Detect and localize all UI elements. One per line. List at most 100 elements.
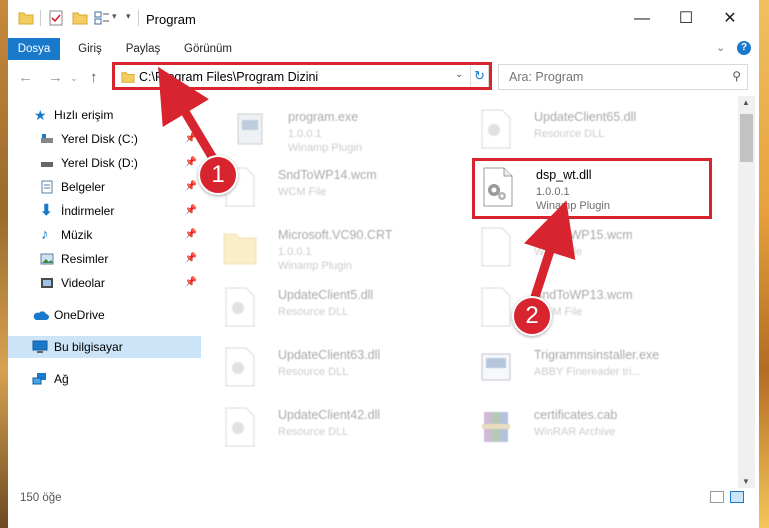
- sidebar-item-label: Hızlı erişim: [54, 108, 114, 122]
- pictures-icon: [40, 253, 54, 265]
- pin-icon: 📌: [184, 157, 197, 168]
- file-item[interactable]: UpdateClient65.dll Resource DLL: [472, 102, 712, 156]
- file-type: WinRAR Archive: [534, 426, 616, 438]
- documents-icon: [41, 180, 53, 194]
- step-marker-1: 1: [198, 155, 238, 195]
- file-type: Winamp Plugin: [288, 142, 362, 154]
- file-name: UpdateClient63.dll: [278, 348, 381, 362]
- tiles-view-icon[interactable]: [730, 491, 744, 503]
- desktop-wallpaper-left: [0, 0, 8, 528]
- dll-gear-icon: [481, 109, 511, 149]
- file-icon: [481, 227, 511, 267]
- file-type: WCM File: [278, 186, 327, 198]
- address-highlight-box: [112, 62, 492, 90]
- qat-menu-icon[interactable]: ▾: [126, 11, 131, 22]
- dropdown-icon[interactable]: ▾: [112, 11, 117, 22]
- drive-icon: [41, 162, 53, 167]
- sidebar-item-disk-d[interactable]: Yerel Disk (D:) 📌: [8, 152, 201, 174]
- file-name: SndToWP14.wcm: [278, 168, 377, 182]
- file-item[interactable]: program.exe 1.0.0.1 Winamp Plugin: [226, 102, 466, 156]
- file-item[interactable]: Microsoft.VC90.CRT 1.0.0.1 Winamp Plugin: [216, 220, 456, 274]
- file-version: 1.0.0.1: [278, 246, 312, 258]
- file-name: Trigrammsinstaller.exe: [534, 348, 660, 362]
- window-title: Program: [146, 12, 196, 27]
- new-folder-icon[interactable]: [72, 10, 88, 26]
- forward-icon[interactable]: →: [48, 69, 63, 86]
- recent-locations-icon[interactable]: ⌄: [70, 73, 78, 84]
- search-input[interactable]: [509, 70, 719, 84]
- file-item[interactable]: SndToWP13.wcm WCM File: [472, 280, 712, 334]
- scroll-up-icon[interactable]: ▲: [742, 98, 750, 107]
- title-bar: ▾ ▾ Program — ☐ ✕: [8, 0, 759, 38]
- file-type: Resource DLL: [278, 306, 349, 318]
- help-icon[interactable]: ?: [737, 41, 751, 55]
- tab-home[interactable]: Giriş: [68, 38, 112, 60]
- music-icon: ♪: [41, 226, 49, 243]
- navigation-pane: ★ Hızlı erişim Yerel Disk (C:) 📌 Yerel D…: [8, 96, 201, 488]
- installer-icon: [481, 353, 511, 381]
- scrollbar-thumb[interactable]: [740, 114, 753, 162]
- scroll-down-icon[interactable]: ▼: [742, 477, 750, 486]
- file-name: UpdateClient5.dll: [278, 288, 374, 302]
- pin-icon: 📌: [184, 277, 197, 288]
- file-type: Winamp Plugin: [278, 260, 352, 272]
- drive-icon: [41, 134, 53, 143]
- folder-icon: [18, 12, 34, 25]
- details-view-icon[interactable]: [710, 491, 724, 503]
- sidebar-item-quick-access[interactable]: ★ Hızlı erişim: [8, 104, 201, 126]
- file-type: Resource DLL: [278, 426, 349, 438]
- sidebar-item-disk-c[interactable]: Yerel Disk (C:) 📌: [8, 128, 201, 150]
- file-name: UpdateClient65.dll: [534, 110, 637, 124]
- search-box[interactable]: ⚲: [498, 64, 748, 90]
- sidebar-item-label: Ağ: [54, 372, 69, 386]
- file-name: Microsoft.VC90.CRT: [278, 228, 393, 242]
- sidebar-item-documents[interactable]: Belgeler 📌: [8, 176, 201, 198]
- pin-icon: 📌: [184, 181, 197, 192]
- close-button[interactable]: ✕: [708, 4, 752, 34]
- sidebar-item-network[interactable]: Ağ: [8, 368, 201, 390]
- file-name: SndToWP15.wcm: [534, 228, 633, 242]
- file-item[interactable]: SndToWP14.wcm WCM File: [216, 160, 456, 214]
- search-icon[interactable]: ⚲: [732, 69, 741, 83]
- file-item[interactable]: certificates.cab WinRAR Archive: [472, 400, 712, 454]
- status-bar: 150 öğe: [8, 488, 759, 508]
- folder-icon: [223, 233, 257, 265]
- up-icon[interactable]: ↑: [90, 69, 98, 86]
- file-highlight-box: [472, 158, 712, 219]
- videos-icon: [41, 278, 53, 288]
- sidebar-item-label: Resimler: [61, 252, 109, 266]
- properties-icon[interactable]: [48, 10, 64, 26]
- minimize-button[interactable]: —: [620, 4, 664, 34]
- file-item[interactable]: UpdateClient5.dll Resource DLL: [216, 280, 456, 334]
- navigation-bar: ← → ⌄ ↑ C:\Program Files\Program Dizini …: [8, 62, 759, 94]
- sidebar-item-pictures[interactable]: Resimler 📌: [8, 248, 201, 270]
- sidebar-item-label: Müzik: [61, 228, 93, 242]
- sidebar-item-label: Videolar: [61, 276, 105, 290]
- sidebar-item-onedrive[interactable]: OneDrive: [8, 304, 201, 326]
- archive-icon: [482, 412, 510, 442]
- tab-file[interactable]: Dosya: [8, 38, 60, 60]
- cloud-icon: [33, 311, 49, 320]
- download-icon: ⬇: [40, 202, 53, 219]
- sidebar-item-label: İndirmeler: [61, 204, 115, 218]
- dll-gear-icon: [225, 287, 255, 327]
- tab-view[interactable]: Görünüm: [176, 38, 240, 60]
- file-list: program.exe 1.0.0.1 Winamp Plugin Update…: [206, 96, 738, 488]
- ribbon-tabs: Dosya Giriş Paylaş Görünüm ⌄ ?: [8, 38, 759, 60]
- sidebar-item-music[interactable]: ♪ Müzik 📌: [8, 224, 201, 246]
- maximize-button[interactable]: ☐: [664, 4, 708, 34]
- customize-qat-icon[interactable]: [94, 10, 110, 26]
- tab-share[interactable]: Paylaş: [118, 38, 168, 60]
- sidebar-item-this-pc[interactable]: Bu bilgisayar: [8, 336, 201, 358]
- sidebar-item-videos[interactable]: Videolar 📌: [8, 272, 201, 294]
- file-item[interactable]: UpdateClient63.dll Resource DLL: [216, 340, 456, 394]
- file-name: UpdateClient42.dll: [278, 408, 381, 422]
- sidebar-item-downloads[interactable]: ⬇ İndirmeler 📌: [8, 200, 201, 222]
- vertical-scrollbar[interactable]: ▲ ▼: [738, 96, 755, 488]
- file-item[interactable]: UpdateClient42.dll Resource DLL: [216, 400, 456, 454]
- ribbon-expand-icon[interactable]: ⌄: [716, 41, 725, 54]
- network-icon: [32, 373, 46, 385]
- file-item[interactable]: Trigrammsinstaller.exe ABBY Finereader t…: [472, 340, 712, 394]
- file-item[interactable]: SndToWP15.wcm WCM File: [472, 220, 712, 274]
- back-icon[interactable]: ←: [18, 69, 33, 86]
